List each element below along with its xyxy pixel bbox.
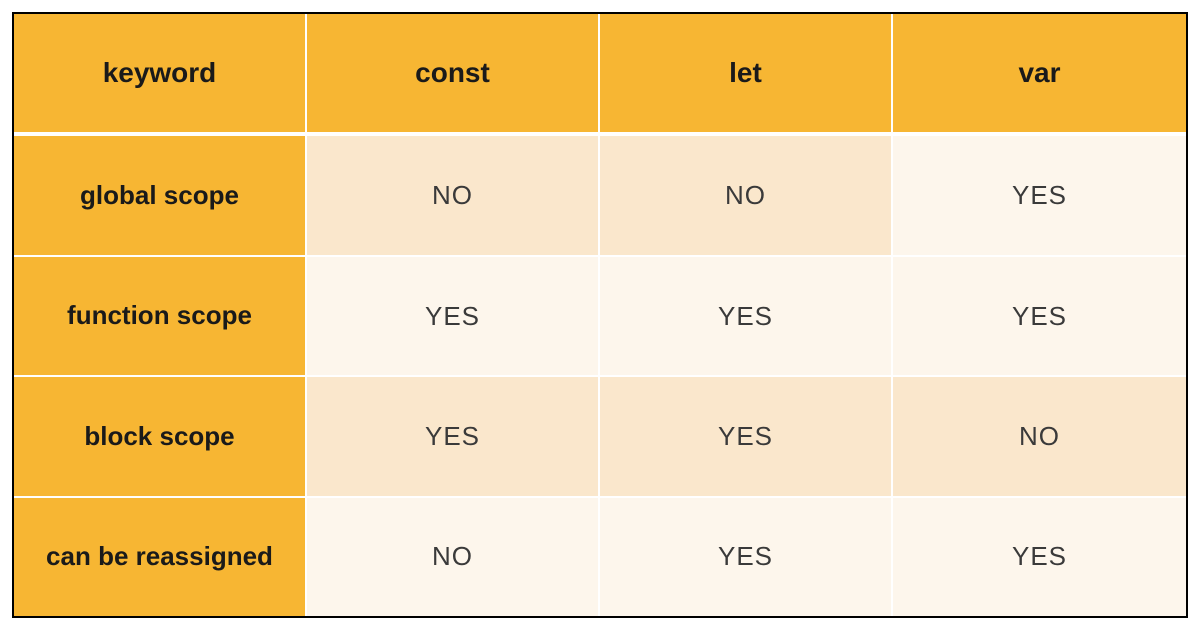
- cell-value: YES: [600, 377, 893, 495]
- cell-value: YES: [307, 257, 600, 375]
- row-label-block-scope: block scope: [14, 377, 307, 495]
- cell-value: NO: [600, 136, 893, 254]
- cell-value: YES: [600, 498, 893, 616]
- table-header-row: keyword const let var: [14, 14, 1186, 136]
- header-const: const: [307, 14, 600, 132]
- cell-value: NO: [307, 136, 600, 254]
- row-label-reassigned: can be reassigned: [14, 498, 307, 616]
- table-row: block scope YES YES NO: [14, 377, 1186, 497]
- header-var: var: [893, 14, 1186, 132]
- row-label-function-scope: function scope: [14, 257, 307, 375]
- cell-value: YES: [893, 136, 1186, 254]
- cell-value: NO: [307, 498, 600, 616]
- cell-value: YES: [600, 257, 893, 375]
- table-row: global scope NO NO YES: [14, 136, 1186, 256]
- header-let: let: [600, 14, 893, 132]
- cell-value: NO: [893, 377, 1186, 495]
- cell-value: YES: [893, 257, 1186, 375]
- table-row: function scope YES YES YES: [14, 257, 1186, 377]
- comparison-table: keyword const let var global scope NO NO…: [12, 12, 1188, 618]
- row-label-global-scope: global scope: [14, 136, 307, 254]
- table-row: can be reassigned NO YES YES: [14, 498, 1186, 616]
- cell-value: YES: [893, 498, 1186, 616]
- cell-value: YES: [307, 377, 600, 495]
- header-keyword: keyword: [14, 14, 307, 132]
